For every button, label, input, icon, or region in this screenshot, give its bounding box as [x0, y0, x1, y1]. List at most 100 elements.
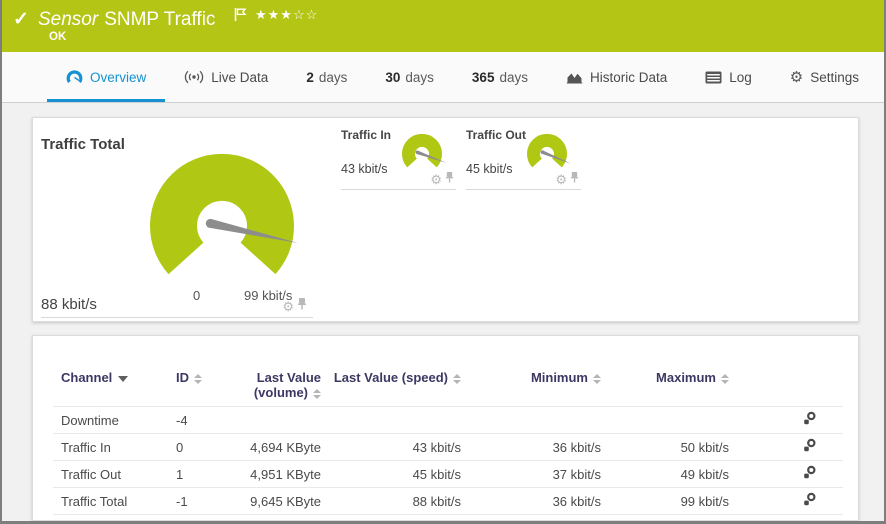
gauge-traffic-out: Traffic Out 45 kbit/s ⚙: [466, 126, 581, 190]
priority-flag-icon[interactable]: [234, 7, 247, 27]
sensor-header: ✓ Sensor SNMP Traffic ★★★☆☆ OK: [2, 0, 884, 52]
cell-minimum: 36 kbit/s: [473, 433, 613, 461]
channels-panel: Channel ID Last Value (volume) Last Valu…: [32, 335, 859, 521]
cell-speed: 45 kbit/s: [333, 460, 473, 488]
column-header-id[interactable]: ID: [171, 362, 243, 407]
table-row-traffic-out[interactable]: Traffic Out 1 4,951 KByte 45 kbit/s 37 k…: [53, 460, 843, 488]
cell-minimum: [473, 406, 613, 434]
table-row-downtime[interactable]: Downtime -4: [53, 406, 843, 434]
cell-minimum: 37 kbit/s: [473, 460, 613, 488]
tab-label: days: [499, 69, 528, 85]
status-ok-check-icon: ✓: [13, 9, 29, 30]
sort-icon: [313, 388, 321, 399]
gauge-value: 88 kbit/s: [41, 296, 97, 313]
column-header-maximum[interactable]: Maximum: [613, 362, 741, 407]
cell-channel: Traffic Out: [53, 460, 171, 488]
tab-number: 365: [471, 69, 495, 85]
cell-channel: Traffic In: [53, 433, 171, 461]
gauge-tools: ⚙: [430, 170, 454, 188]
pin-icon[interactable]: [445, 170, 454, 188]
tab-bar: Overview Live Data 2 days 30 days 365 da…: [2, 52, 884, 103]
channel-settings-wrench-icon[interactable]: [801, 492, 817, 510]
column-label: Last Value: [256, 370, 321, 385]
log-list-icon: [705, 71, 722, 84]
tab-label: Log: [729, 69, 752, 85]
column-header-channel[interactable]: Channel: [53, 362, 171, 407]
tab-2-days[interactable]: 2 days: [287, 52, 366, 102]
tab-label: Settings: [810, 69, 860, 85]
sort-icon: [593, 373, 601, 384]
column-label: Minimum: [530, 370, 588, 385]
tab-live-data[interactable]: Live Data: [165, 52, 287, 102]
column-header-minimum[interactable]: Minimum: [473, 362, 613, 407]
gauge-settings-gear-icon[interactable]: ⚙: [282, 300, 294, 313]
gauge-title: Traffic In: [341, 128, 392, 142]
column-label: Channel: [61, 370, 113, 385]
tab-label: Live Data: [211, 69, 269, 85]
column-label: Last Value (speed): [333, 370, 448, 385]
page-title-prefix: Sensor: [38, 9, 99, 30]
cell-maximum: 99 kbit/s: [613, 487, 741, 515]
column-label: Maximum: [656, 370, 716, 385]
tab-settings[interactable]: ⚙ Settings: [771, 52, 878, 102]
cell-maximum: [613, 406, 741, 434]
area-chart-icon: [566, 70, 583, 84]
cell-speed: 88 kbit/s: [333, 487, 473, 515]
sort-icon: [721, 373, 729, 384]
tab-overview[interactable]: Overview: [47, 52, 166, 102]
table-row-traffic-in[interactable]: Traffic In 0 4,694 KByte 43 kbit/s 36 kb…: [53, 433, 843, 461]
sort-desc-icon: [118, 375, 129, 382]
cell-volume: 9,645 KByte: [243, 487, 333, 515]
cell-speed: 43 kbit/s: [333, 433, 473, 461]
tab-30-days[interactable]: 30 days: [366, 52, 453, 102]
gauge-settings-gear-icon[interactable]: ⚙: [555, 173, 567, 186]
cell-channel: Downtime: [53, 406, 171, 434]
cell-volume: [243, 406, 333, 434]
gauge-title: Traffic Out: [466, 128, 527, 142]
cell-id: -1: [171, 487, 243, 515]
gauge-settings-gear-icon[interactable]: ⚙: [430, 173, 442, 186]
table-header-row: Channel ID Last Value (volume) Last Valu…: [53, 362, 843, 407]
tab-365-days[interactable]: 365 days: [453, 52, 547, 102]
channels-table: Channel ID Last Value (volume) Last Valu…: [53, 362, 843, 515]
sort-icon: [194, 373, 202, 384]
column-header-last-value-volume[interactable]: Last Value (volume): [243, 362, 333, 407]
column-label: (volume): [253, 385, 308, 400]
tab-number: 2: [306, 69, 314, 85]
status-badge: OK: [49, 31, 67, 43]
cell-volume: 4,951 KByte: [243, 460, 333, 488]
cell-id: 1: [171, 460, 243, 488]
tab-number: 30: [385, 69, 401, 85]
tab-label: days: [318, 69, 348, 85]
gauge-tools: ⚙: [282, 297, 307, 315]
cell-id: 0: [171, 433, 243, 461]
gauge-dial-traffic-total: [150, 153, 298, 275]
gauge-traffic-total: Traffic Total 0 99 kbit/s 88 kbit/s ⚙: [41, 128, 313, 318]
page-title-name: SNMP Traffic: [104, 9, 216, 30]
gauges-panel: Traffic Total 0 99 kbit/s 88 kbit/s ⚙ Tr…: [32, 117, 859, 322]
column-header-actions: [741, 362, 843, 407]
table-row-traffic-total[interactable]: Traffic Total -1 9,645 KByte 88 kbit/s 3…: [53, 487, 843, 515]
gauge-icon: [66, 69, 83, 85]
cell-channel: Traffic Total: [53, 487, 171, 515]
cell-maximum: 49 kbit/s: [613, 460, 741, 488]
cell-speed: [333, 406, 473, 434]
pin-icon[interactable]: [570, 170, 579, 188]
tab-log[interactable]: Log: [686, 52, 771, 102]
channel-settings-wrench-icon[interactable]: [801, 438, 817, 456]
tab-historic-data[interactable]: Historic Data: [547, 52, 686, 102]
gauge-traffic-in: Traffic In 43 kbit/s ⚙: [341, 126, 456, 190]
cell-maximum: 50 kbit/s: [613, 433, 741, 461]
cell-volume: 4,694 KByte: [243, 433, 333, 461]
tab-label: Overview: [90, 69, 147, 85]
channel-settings-wrench-icon[interactable]: [801, 465, 817, 483]
gauge-scale-min: 0: [193, 288, 201, 303]
channel-settings-wrench-icon[interactable]: [801, 411, 817, 429]
column-header-last-value-speed[interactable]: Last Value (speed): [333, 362, 473, 407]
pin-icon[interactable]: [297, 297, 307, 315]
gauge-tools: ⚙: [555, 170, 579, 188]
page-title: Sensor SNMP Traffic: [38, 9, 215, 31]
prtg-sensor-window: ✓ SensorSNMP Traffic ★★★☆☆ OK Overview: [0, 0, 886, 524]
priority-stars[interactable]: ★★★☆☆: [255, 7, 318, 23]
tab-label: Historic Data: [589, 69, 668, 85]
